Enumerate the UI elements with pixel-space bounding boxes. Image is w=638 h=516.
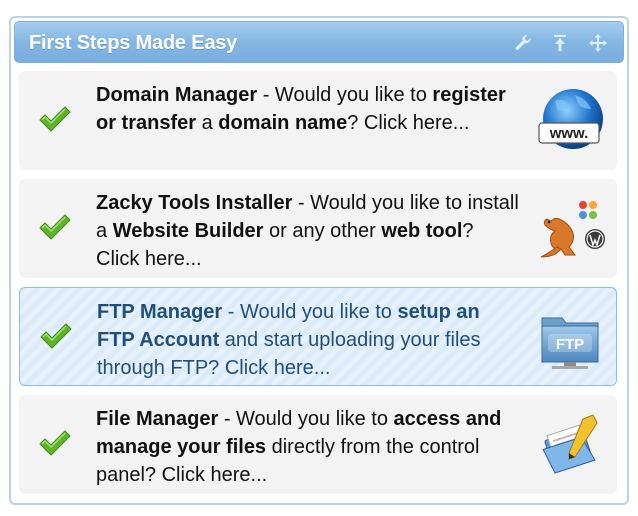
wrench-icon[interactable] [513,33,533,53]
www-globe-icon: www. [535,87,607,155]
widget-header[interactable]: First Steps Made Easy [14,21,624,63]
file-manager-card[interactable]: File Manager - Would you like to access … [19,395,617,494]
svg-text:www.: www. [549,125,589,142]
zacky-tools-installer-card[interactable]: Zacky Tools Installer - Would you like t… [19,179,617,278]
check-icon [37,105,73,135]
check-icon [37,429,73,459]
first-steps-widget: First Steps Made Easy Domain Manager - W… [9,16,629,505]
file-manager-text: File Manager - Would you like to access … [96,408,502,486]
domain-manager-card[interactable]: Domain Manager - Would you like to regis… [19,71,617,170]
check-icon [37,213,73,243]
domain-manager-title: Domain Manager [96,84,258,106]
svg-text:FTP: FTP [556,336,584,353]
ftp-folder-icon: FTP [534,304,606,372]
ftp-manager-text: FTP Manager - Would you like to setup an… [97,301,481,379]
ftp-manager-card[interactable]: FTP Manager - Would you like to setup an… [19,287,617,386]
collapse-to-top-icon[interactable] [550,33,570,53]
kangaroo-tools-icon [535,195,607,263]
domain-manager-text: Domain Manager - Would you like to regis… [96,84,506,134]
move-icon[interactable] [588,33,608,53]
widget-title: First Steps Made Easy [29,32,238,54]
file-manager-icon [535,411,607,479]
file-manager-title: File Manager [96,408,219,430]
ftp-manager-title: FTP Manager [97,301,223,323]
zacky-tools-installer-title: Zacky Tools Installer [96,192,293,214]
check-icon [38,322,74,352]
zacky-tools-installer-text: Zacky Tools Installer - Would you like t… [96,192,519,270]
